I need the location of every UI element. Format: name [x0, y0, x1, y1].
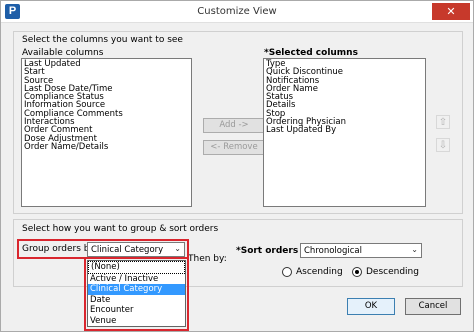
close-icon[interactable]: ✕ — [432, 3, 470, 20]
title-bar: P Customize View ✕ — [1, 1, 473, 23]
list-item[interactable]: Details — [266, 101, 423, 110]
list-item[interactable]: Encounter — [88, 305, 185, 316]
remove-button[interactable]: <- Remove — [203, 140, 265, 155]
list-item[interactable]: Active / Inactive — [88, 274, 185, 285]
move-down-icon[interactable]: ⇩ — [436, 138, 450, 152]
group-options-dropdown[interactable]: (None) Active / Inactive Clinical Category… — [87, 260, 186, 327]
list-item[interactable]: Last Updated By — [266, 126, 423, 135]
list-item[interactable]: Order Name/Details — [24, 143, 189, 152]
list-item[interactable]: Last Updated — [24, 60, 189, 69]
add-button[interactable]: Add -> — [203, 118, 265, 133]
cancel-button[interactable]: Cancel — [405, 298, 461, 315]
list-item[interactable]: Date — [88, 295, 185, 306]
customize-view-dialog: P Customize View ✕ Select the columns yo… — [0, 0, 474, 332]
selected-columns-list[interactable]: Type Quick Discontinue Notifications Order … — [263, 58, 426, 207]
descending-label: Descending — [366, 267, 419, 277]
available-columns-list[interactable]: Last Updated Start Source Last Dose Date/Ti… — [21, 58, 192, 207]
columns-group: Select the columns you want to see Avail… — [13, 31, 463, 214]
list-item[interactable]: Clinical Category — [88, 284, 185, 295]
chevron-down-icon: ⌄ — [411, 245, 418, 254]
list-item[interactable]: (None) — [88, 261, 185, 274]
ascending-radio[interactable] — [282, 267, 292, 277]
window-title: Customize View — [197, 6, 277, 17]
ok-button[interactable]: OK — [347, 298, 395, 315]
grouping-prompt: Select how you want to group & sort orde… — [22, 224, 219, 234]
sort-orders-value: Chronological — [304, 246, 362, 256]
sort-orders-select[interactable]: Chronological ⌄ — [300, 243, 422, 258]
chevron-down-icon: ⌄ — [174, 244, 181, 253]
columns-prompt: Select the columns you want to see — [22, 35, 183, 45]
available-columns-label: Available columns — [22, 48, 104, 58]
selected-columns-label: *Selected columns — [264, 48, 358, 58]
group-orders-select[interactable]: Clinical Category ⌄ — [87, 242, 185, 257]
group-orders-label: Group orders by: — [22, 244, 98, 254]
move-up-icon[interactable]: ⇧ — [436, 115, 450, 129]
descending-radio[interactable] — [352, 267, 362, 277]
then-by-label: Then by: — [188, 254, 227, 264]
list-item[interactable]: Venue — [88, 316, 185, 327]
ascending-label: Ascending — [296, 267, 343, 277]
group-orders-value: Clinical Category — [91, 245, 164, 255]
